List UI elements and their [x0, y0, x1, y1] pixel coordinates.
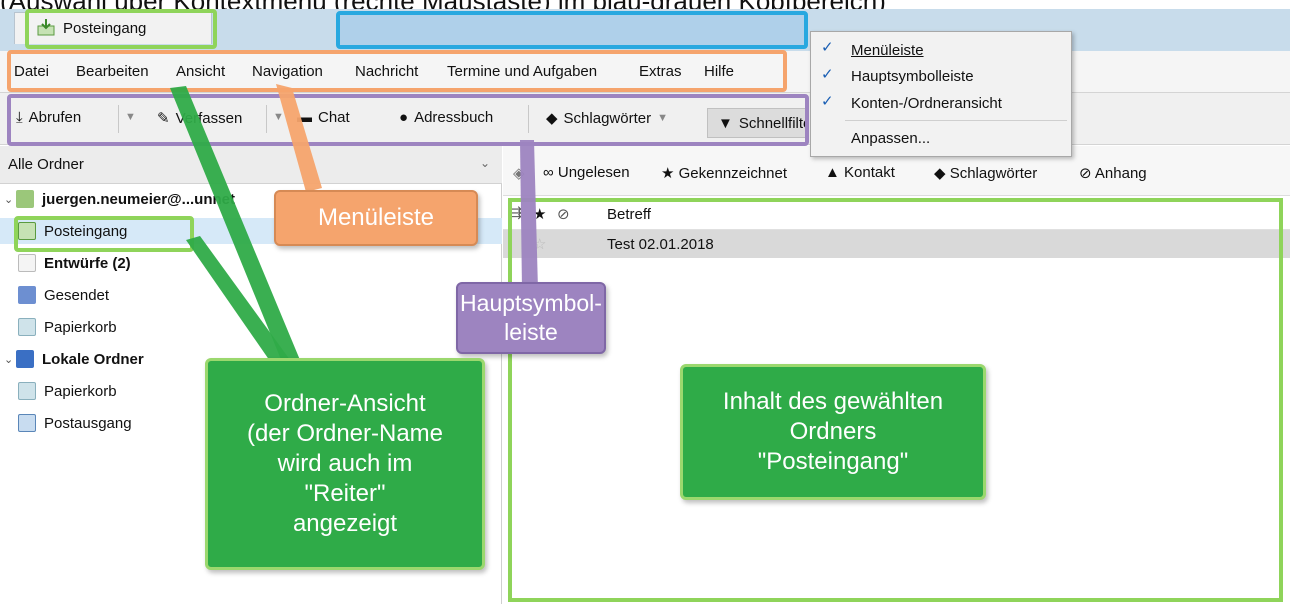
computer-icon: [16, 350, 34, 368]
filter-tags[interactable]: ◆ Schlagwörter: [934, 164, 1037, 182]
ctx-folder-pane[interactable]: Konten-/Ordneransicht: [851, 95, 1002, 112]
ctx-menubar[interactable]: Menüleiste: [851, 42, 924, 59]
folder-label: Entwürfe (2): [44, 254, 131, 272]
ctx-customize[interactable]: Anpassen...: [851, 130, 930, 147]
filter-unread-label: Ungelesen: [557, 164, 630, 181]
folder-pane-header[interactable]: Alle Ordner ⌄: [0, 146, 502, 184]
menubar-callout: Menüleiste: [274, 190, 478, 246]
folder-papierkorb[interactable]: Papierkorb: [0, 314, 502, 340]
check-icon: ✓: [821, 93, 834, 110]
trash-icon: [18, 382, 36, 400]
filter-attachment-label: Anhang: [1094, 165, 1147, 182]
folder-pane-header-label: Alle Ordner: [8, 156, 84, 173]
filter-unread[interactable]: ∞ Ungelesen: [543, 164, 630, 181]
folder-label: Papierkorb: [44, 318, 117, 336]
filter-starred[interactable]: ★ Gekennzeichnet: [661, 164, 787, 182]
chevron-down-icon[interactable]: ⌄: [480, 156, 490, 170]
tab-area-frame: [336, 11, 808, 49]
check-icon: ✓: [821, 39, 834, 56]
folder-gesendet[interactable]: Gesendet: [0, 282, 502, 308]
outbox-icon: [18, 414, 36, 432]
inbox-frame: [14, 216, 194, 252]
toolbar-frame: [7, 94, 809, 146]
draft-icon: [18, 254, 36, 272]
trash-icon: [18, 318, 36, 336]
check-icon: ✓: [821, 66, 834, 83]
sent-icon: [18, 286, 36, 304]
local-folders-label: Lokale Ordner: [42, 350, 144, 368]
tab-frame: [25, 9, 217, 49]
filter-starred-label: Gekennzeichnet: [678, 165, 788, 182]
folder-label: Gesendet: [44, 286, 110, 304]
filter-attachment[interactable]: ⊘ Anhang: [1079, 164, 1147, 182]
menubar-frame: [7, 50, 787, 92]
folder-label: Postausgang: [44, 414, 132, 432]
expand-icon[interactable]: ⌄: [4, 353, 16, 366]
context-menu: ✓ Menüleiste ✓ Hauptsymbolleiste ✓ Konte…: [810, 31, 1072, 157]
filter-tags-label: Schlagwörter: [949, 165, 1038, 182]
account-icon: [16, 190, 34, 208]
folder-entwuerfe[interactable]: Entwürfe (2): [0, 250, 502, 276]
toolbar-callout: Hauptsymbol- leiste: [456, 282, 606, 354]
folder-view-callout: Ordner-Ansicht (der Ordner-Name wird auc…: [205, 358, 485, 570]
folder-label: Papierkorb: [44, 382, 117, 400]
expand-icon[interactable]: ⌄: [4, 193, 16, 206]
ctx-main-toolbar[interactable]: Hauptsymbolleiste: [851, 68, 974, 85]
content-callout: Inhalt des gewählten Ordners "Posteingan…: [680, 364, 986, 500]
context-menu-divider: [845, 120, 1067, 121]
filter-contact[interactable]: ▲ Kontakt: [825, 164, 895, 181]
account-label: juergen.neumeier@...unnet: [42, 190, 235, 208]
pin-icon[interactable]: ◈: [513, 164, 525, 182]
filter-contact-label: Kontakt: [844, 164, 895, 181]
